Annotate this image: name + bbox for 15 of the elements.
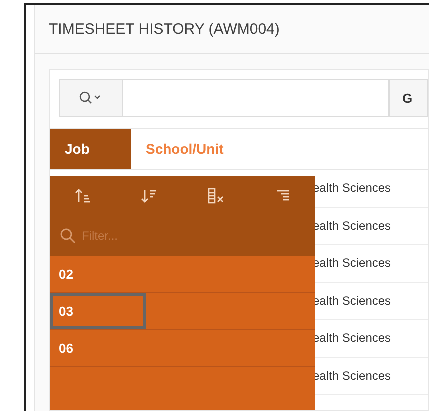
search-icon (79, 91, 104, 105)
column-header[interactable]: Job (50, 129, 131, 169)
search-icon (60, 228, 76, 244)
go-button[interactable]: G (389, 79, 428, 117)
sort-ascending-icon[interactable] (75, 189, 92, 203)
menu-item[interactable]: 06 (50, 330, 146, 366)
search-field[interactable] (122, 79, 390, 117)
menu-item[interactable]: 02 (50, 256, 146, 292)
search-menu-button[interactable] (59, 79, 122, 117)
sort-descending-icon[interactable] (141, 189, 158, 203)
panel-title: TIMESHEET HISTORY (AWM004) (49, 20, 280, 38)
column-header[interactable]: School/Unit (131, 129, 239, 169)
control-break-icon[interactable] (276, 190, 290, 202)
hide-column-icon[interactable] (208, 188, 226, 204)
menu-item[interactable]: 03 (50, 293, 146, 329)
